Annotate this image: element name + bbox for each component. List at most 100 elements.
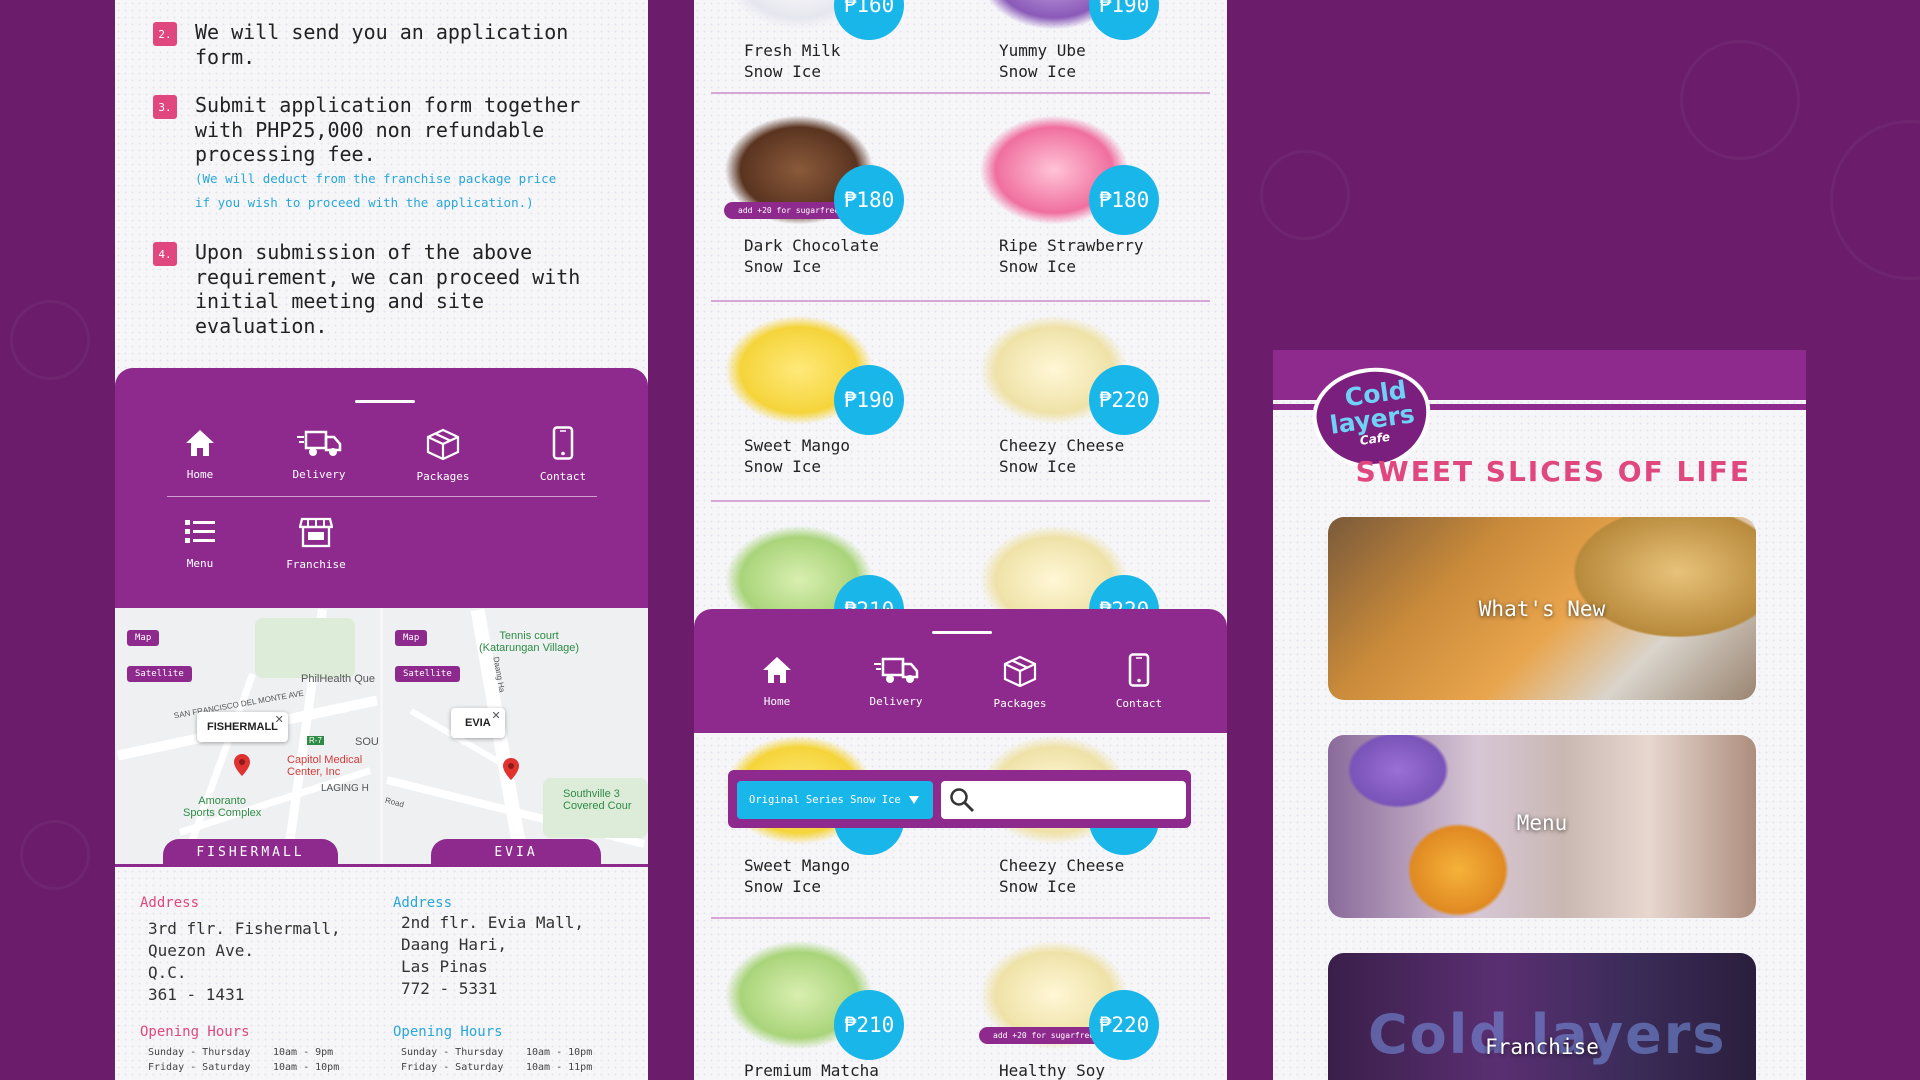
nav-contact[interactable]: Contact — [1094, 653, 1184, 710]
map-separator — [115, 864, 648, 867]
location-pin-icon[interactable] — [234, 754, 250, 776]
close-icon[interactable]: ✕ — [275, 713, 284, 726]
nav-label: Menu — [186, 557, 214, 570]
address-text: 2nd flr. Evia Mall, Daang Hari, Las Pina… — [401, 913, 585, 998]
map-place-label: Amoranto Sports Complex — [183, 795, 262, 819]
franchise-locations-screen: 2. We will send you an application form.… — [115, 0, 648, 1080]
whats-new-tile[interactable]: What's New — [1328, 517, 1756, 700]
price-badge: ₱160 — [834, 0, 904, 40]
nav-packages[interactable]: Packages — [975, 655, 1065, 710]
nav-label: Home — [186, 468, 214, 481]
franchise-step: 2. We will send you an application form. — [153, 20, 568, 69]
product-card[interactable]: ₱190 Yummy Ube Snow Ice — [949, 0, 1199, 110]
popup-title: FISHERMALL — [207, 721, 278, 733]
close-icon[interactable]: ✕ — [491, 709, 500, 722]
row-divider — [711, 500, 1210, 502]
bottom-navigation-sheet: Home Delivery Packages Contact — [694, 609, 1227, 733]
nav-menu[interactable]: Menu — [155, 517, 245, 570]
step-note: (We will deduct from the franchise packa… — [195, 170, 557, 210]
hours-time: 10am - 10pm — [273, 1062, 340, 1073]
product-card[interactable]: ₱180 Ripe Strawberry Snow Ice — [949, 105, 1199, 305]
tile-label: Menu — [1516, 811, 1568, 835]
nav-home[interactable]: Home — [732, 655, 822, 708]
price-badge: ₱180 — [834, 165, 904, 235]
map-fishermall[interactable]: SAN FRANCISCO DEL MONTE AVE PhilHealth Q… — [115, 608, 380, 866]
map-location-label[interactable]: FISHERMALL — [163, 839, 338, 866]
search-field[interactable] — [941, 781, 1186, 819]
product-card[interactable]: add +20 for sugarfree ₱220 Healthy Soy — [949, 930, 1199, 1080]
bottom-navigation-sheet: Home Delivery Packages Contact Menu Fran… — [115, 368, 648, 608]
storefront-icon — [299, 517, 333, 548]
step-number: 3. — [153, 95, 177, 119]
price-badge: ₱220 — [1089, 365, 1159, 435]
search-icon — [950, 788, 974, 812]
hours-day: Friday - Saturday — [401, 1062, 504, 1073]
map-place-label: Southville 3 Covered Cour — [563, 788, 632, 812]
popup-title: EVIA — [465, 717, 491, 729]
product-name: Dark Chocolate Snow Ice — [744, 236, 879, 276]
product-name: Sweet Mango Snow Ice — [744, 856, 850, 896]
hours-day: Friday - Saturday — [148, 1062, 251, 1073]
map-view-chip[interactable]: Map — [395, 630, 428, 646]
map-view-chip[interactable]: Map — [127, 630, 160, 646]
map-place-label: Tennis court (Katarungan Village) — [479, 630, 580, 654]
price-badge: ₱180 — [1089, 165, 1159, 235]
opening-hours-label: Opening Hours — [140, 1024, 250, 1040]
background-doodle — [1830, 120, 1920, 280]
franchise-step: 3. Submit application form together with… — [153, 93, 580, 215]
product-card[interactable]: ₱210 Premium Matcha — [694, 930, 944, 1080]
product-card[interactable]: ₱160 Fresh Milk Snow Ice — [694, 0, 944, 110]
sheet-handle[interactable] — [355, 400, 415, 403]
tile-image — [1558, 517, 1756, 647]
price-badge: ₱190 — [834, 365, 904, 435]
location-pin-icon[interactable] — [503, 758, 519, 780]
location-popup[interactable]: EVIA ✕ — [451, 708, 505, 738]
mobile-phone-icon — [552, 426, 574, 460]
step-number: 2. — [153, 22, 177, 46]
mobile-phone-icon — [1128, 653, 1150, 687]
sheet-handle[interactable] — [932, 631, 992, 634]
row-divider — [711, 300, 1210, 302]
franchise-tile[interactable]: Cold layers Franchise — [1328, 953, 1756, 1080]
map-location-label[interactable]: EVIA — [431, 839, 601, 866]
opening-hours-label: Opening Hours — [393, 1024, 503, 1040]
satellite-view-chip[interactable]: Satellite — [395, 666, 460, 682]
map-place-label: Capitol Medical Center, Inc — [287, 754, 363, 778]
menu-tile[interactable]: Menu — [1328, 735, 1756, 918]
nav-delivery[interactable]: Delivery — [851, 655, 941, 708]
address-label: Address — [140, 895, 200, 911]
product-card[interactable]: add +20 for sugarfree ₱180 Dark Chocolate … — [694, 105, 944, 305]
nav-delivery[interactable]: Delivery — [274, 428, 364, 481]
product-name: Sweet Mango Snow Ice — [744, 436, 850, 476]
step-number: 4. — [153, 242, 177, 266]
nav-label: Contact — [1115, 697, 1163, 710]
dropdown-selected: Original Series Snow Ice — [749, 794, 901, 806]
search-input[interactable] — [981, 789, 1176, 811]
nav-label: Home — [763, 695, 791, 708]
background-doodle — [10, 300, 90, 380]
product-card[interactable]: ₱220Cheezy Cheese Snow Ice — [949, 305, 1199, 505]
tile-image — [1338, 735, 1458, 815]
step-text: We will send you an application form. — [195, 20, 569, 69]
row-divider — [711, 92, 1210, 94]
filter-bar: Original Series Snow Ice — [728, 770, 1191, 828]
nav-home[interactable]: Home — [155, 428, 245, 481]
map-evia[interactable]: Tennis court (Katarungan Village) Southv… — [383, 608, 648, 866]
product-name: Cheezy Cheese Snow Ice — [999, 856, 1125, 896]
nav-divider — [167, 496, 597, 497]
series-dropdown[interactable]: Original Series Snow Ice — [737, 781, 933, 819]
product-card[interactable]: ₱190Sweet Mango Snow Ice — [694, 305, 944, 505]
nav-packages[interactable]: Packages — [398, 428, 488, 483]
nav-contact[interactable]: Contact — [518, 426, 608, 483]
delivery-truck-icon — [874, 657, 919, 683]
satellite-view-chip[interactable]: Satellite — [127, 666, 192, 682]
home-screen: Cold layers Cafe SWEET SLICES OF LIFE Wh… — [1273, 350, 1806, 1080]
location-popup[interactable]: FISHERMALL ✕ — [197, 712, 288, 742]
hours-time: 10am - 9pm — [273, 1047, 334, 1058]
product-name: Fresh Milk Snow Ice — [744, 41, 841, 81]
delivery-truck-icon — [297, 430, 342, 456]
background-doodle — [20, 820, 90, 890]
nav-franchise[interactable]: Franchise — [271, 516, 361, 571]
price-badge: ₱210 — [834, 990, 904, 1060]
nav-label: Packages — [993, 697, 1047, 710]
